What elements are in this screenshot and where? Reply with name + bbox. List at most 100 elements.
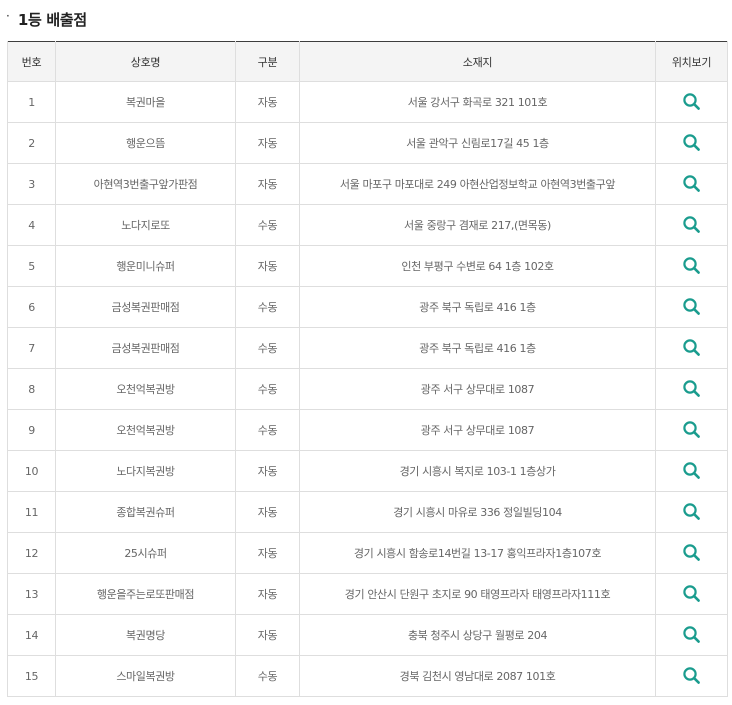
section-header: · 1등 배출점	[6, 7, 87, 31]
row-number: 2	[7, 122, 56, 164]
row-store-name: 복권마을	[55, 81, 236, 123]
view-location-button[interactable]	[681, 460, 703, 482]
row-map-cell	[655, 491, 728, 533]
header-store-name: 상호명	[55, 41, 236, 82]
row-map-cell	[655, 122, 728, 164]
row-number: 13	[7, 573, 56, 615]
search-icon[interactable]	[681, 419, 703, 441]
row-store-name: 25시슈퍼	[55, 532, 236, 574]
row-store-name: 노다지복권방	[55, 450, 236, 492]
view-location-button[interactable]	[681, 665, 703, 687]
row-type: 자동	[235, 573, 300, 615]
row-type: 자동	[235, 614, 300, 656]
header-type: 구분	[235, 41, 300, 82]
row-address: 경기 시흥시 복지로 103-1 1층상가	[299, 450, 656, 492]
search-icon[interactable]	[681, 665, 703, 687]
row-map-cell	[655, 655, 728, 697]
row-address: 서울 관악구 신림로17길 45 1층	[299, 122, 656, 164]
row-number: 10	[7, 450, 56, 492]
table-row: 6 금성복권판매점 수동 광주 북구 독립로 416 1층	[7, 286, 728, 328]
row-number: 15	[7, 655, 56, 697]
search-icon[interactable]	[681, 542, 703, 564]
table-row: 14 복권명당 자동 충북 청주시 상당구 월평로 204	[7, 614, 728, 656]
row-address: 인천 부평구 수변로 64 1층 102호	[299, 245, 656, 287]
search-icon[interactable]	[681, 624, 703, 646]
row-type: 수동	[235, 655, 300, 697]
row-store-name: 금성복권판매점	[55, 327, 236, 369]
row-map-cell	[655, 163, 728, 205]
row-address: 경기 시흥시 함송로14번길 13-17 홍익프라자1층107호	[299, 532, 656, 574]
table-row: 12 25시슈퍼 자동 경기 시흥시 함송로14번길 13-17 홍익프라자1층107…	[7, 532, 728, 574]
row-number: 6	[7, 286, 56, 328]
table-row: 15 스마일복권방 수동 경북 김천시 영남대로 2087 101호	[7, 655, 728, 697]
row-map-cell	[655, 368, 728, 410]
row-store-name: 노다지로또	[55, 204, 236, 246]
row-store-name: 종합복권슈퍼	[55, 491, 236, 533]
row-store-name: 스마일복권방	[55, 655, 236, 697]
view-location-button[interactable]	[681, 132, 703, 154]
row-number: 9	[7, 409, 56, 451]
row-map-cell	[655, 327, 728, 369]
table-row: 13 행운을주는로또판매점 자동 경기 안산시 단원구 초지로 90 태영프라자 태영…	[7, 573, 728, 615]
search-icon[interactable]	[681, 132, 703, 154]
row-number: 11	[7, 491, 56, 533]
row-store-name: 아현역3번출구앞가판점	[55, 163, 236, 205]
search-icon[interactable]	[681, 255, 703, 277]
search-icon[interactable]	[681, 91, 703, 113]
table-row: 11 종합복권슈퍼 자동 경기 시흥시 마유로 336 정일빌딩104	[7, 491, 728, 533]
row-map-cell	[655, 532, 728, 574]
row-map-cell	[655, 573, 728, 615]
row-map-cell	[655, 614, 728, 656]
table-row: 7 금성복권판매점 수동 광주 북구 독립로 416 1층	[7, 327, 728, 369]
row-address: 경기 안산시 단원구 초지로 90 태영프라자 태영프라자111호	[299, 573, 656, 615]
table-row: 4 노다지로또 수동 서울 중랑구 겸재로 217,(면목동)	[7, 204, 728, 246]
row-type: 자동	[235, 81, 300, 123]
search-icon[interactable]	[681, 501, 703, 523]
table-header-row: 번호 상호명 구분 소재지 위치보기	[7, 41, 728, 82]
row-number: 1	[7, 81, 56, 123]
row-type: 수동	[235, 327, 300, 369]
view-location-button[interactable]	[681, 378, 703, 400]
view-location-button[interactable]	[681, 501, 703, 523]
header-map: 위치보기	[655, 41, 728, 82]
row-address: 경북 김천시 영남대로 2087 101호	[299, 655, 656, 697]
row-number: 5	[7, 245, 56, 287]
row-number: 7	[7, 327, 56, 369]
row-type: 자동	[235, 163, 300, 205]
view-location-button[interactable]	[681, 542, 703, 564]
table-row: 3 아현역3번출구앞가판점 자동 서울 마포구 마포대로 249 아현산업정보학교 아…	[7, 163, 728, 205]
row-number: 8	[7, 368, 56, 410]
view-location-button[interactable]	[681, 583, 703, 605]
search-icon[interactable]	[681, 296, 703, 318]
view-location-button[interactable]	[681, 173, 703, 195]
search-icon[interactable]	[681, 337, 703, 359]
search-icon[interactable]	[681, 460, 703, 482]
view-location-button[interactable]	[681, 296, 703, 318]
table-row: 5 행운미니슈퍼 자동 인천 부평구 수변로 64 1층 102호	[7, 245, 728, 287]
row-address: 광주 북구 독립로 416 1층	[299, 327, 656, 369]
view-location-button[interactable]	[681, 337, 703, 359]
view-location-button[interactable]	[681, 624, 703, 646]
row-address: 경기 시흥시 마유로 336 정일빌딩104	[299, 491, 656, 533]
table-row: 10 노다지복권방 자동 경기 시흥시 복지로 103-1 1층상가	[7, 450, 728, 492]
view-location-button[interactable]	[681, 419, 703, 441]
view-location-button[interactable]	[681, 255, 703, 277]
header-no: 번호	[7, 41, 56, 82]
view-location-button[interactable]	[681, 91, 703, 113]
search-icon[interactable]	[681, 378, 703, 400]
row-type: 수동	[235, 409, 300, 451]
view-location-button[interactable]	[681, 214, 703, 236]
row-address: 광주 서구 상무대로 1087	[299, 409, 656, 451]
row-store-name: 행운을주는로또판매점	[55, 573, 236, 615]
search-icon[interactable]	[681, 214, 703, 236]
search-icon[interactable]	[681, 173, 703, 195]
row-store-name: 금성복권판매점	[55, 286, 236, 328]
row-map-cell	[655, 245, 728, 287]
row-type: 자동	[235, 122, 300, 164]
row-number: 12	[7, 532, 56, 574]
row-store-name: 복권명당	[55, 614, 236, 656]
header-address: 소재지	[299, 41, 656, 82]
row-type: 자동	[235, 245, 300, 287]
row-map-cell	[655, 81, 728, 123]
search-icon[interactable]	[681, 583, 703, 605]
